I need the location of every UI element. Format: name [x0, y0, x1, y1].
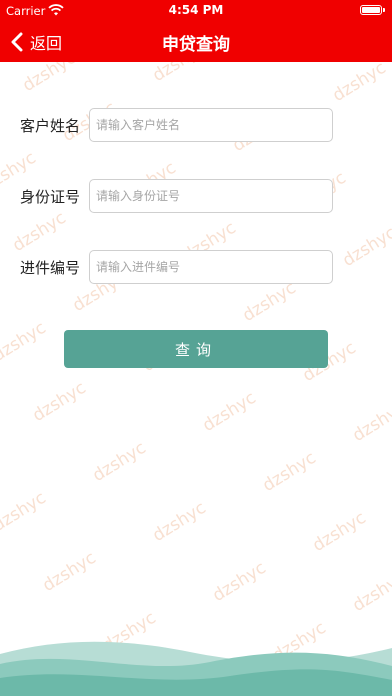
watermark-text: dzshyc	[9, 207, 70, 257]
application-number-label: 进件编号	[20, 259, 81, 277]
watermark-text: dzshyc	[309, 507, 370, 557]
watermark-text: dzshyc	[329, 62, 390, 107]
watermark-text: dzshyc	[39, 547, 100, 597]
id-number-label: 身份证号	[20, 188, 81, 206]
clock-time: 4:54 PM	[168, 3, 224, 17]
watermark-text: dzshyc	[349, 567, 392, 617]
status-bar: Carrier 4:54 PM	[0, 0, 392, 22]
application-number-row: 进件编号	[0, 250, 392, 284]
header-bar: Carrier 4:54 PM 返回 申贷查询	[0, 0, 392, 62]
watermark-text: dzshyc	[89, 437, 150, 487]
watermark-text: dzshyc	[259, 447, 320, 497]
battery-icon	[360, 5, 385, 15]
watermark-text: dzshyc	[149, 497, 210, 547]
customer-name-label: 客户姓名	[20, 117, 81, 135]
watermark-text: dzshyc	[29, 377, 90, 427]
application-number-input[interactable]	[89, 250, 333, 284]
id-number-row: 身份证号	[0, 179, 392, 213]
query-button[interactable]: 查询	[64, 330, 328, 368]
page-title: 申贷查询	[162, 35, 230, 55]
watermark-text: dzshyc	[239, 277, 300, 327]
id-number-input[interactable]	[89, 179, 333, 213]
wave-decoration	[0, 641, 392, 696]
watermark-text: dzshyc	[19, 62, 80, 97]
watermark-text: dzshyc	[0, 487, 50, 537]
customer-name-row: 客户姓名	[0, 108, 392, 142]
nav-bar: 返回 申贷查询	[0, 22, 392, 62]
watermark-text: dzshyc	[199, 387, 260, 437]
watermark-text: dzshyc	[349, 397, 392, 447]
watermark-text: dzshyc	[0, 317, 50, 367]
watermark-layer: dzshyc dzshyc dzshyc dzshyc dzshyc dzshyc dzsh…	[0, 62, 392, 696]
watermark-text: dzshyc	[149, 62, 209, 86]
customer-name-input[interactable]	[89, 108, 333, 142]
watermark-text: dzshyc	[209, 557, 270, 607]
